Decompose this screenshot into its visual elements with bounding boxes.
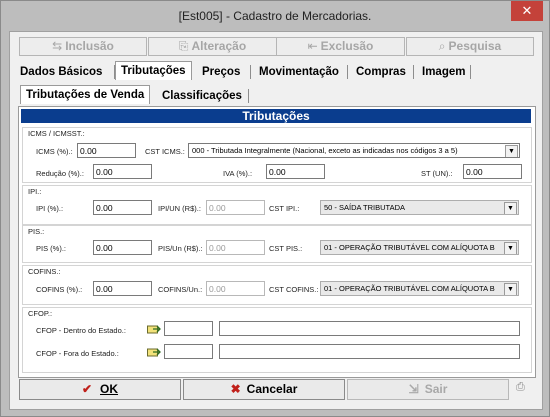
cfop-fora-code-input[interactable]	[164, 344, 213, 359]
form-client-area: ⇆ Inclusão ⎘ Alteração ⇤ Exclusão ⌕ Pesquisa…	[9, 31, 543, 410]
tab-imagem[interactable]: Imagem	[417, 63, 470, 81]
cofins-group: COFINS.: COFINS (%).: 0.00 COFINS/Un.: 0…	[22, 265, 532, 305]
tab-compras[interactable]: Compras	[351, 63, 411, 81]
tab-separator	[248, 89, 249, 103]
check-icon: ✔	[81, 382, 93, 396]
cst-pis-select[interactable]: 01 - OPERAÇÃO TRIBUTÁVEL COM ALÍQUOTA B ▼	[320, 240, 519, 255]
lookup-icon[interactable]	[147, 324, 161, 334]
lookup-icon[interactable]	[147, 347, 161, 357]
ipi-group: IPI.: IPI (%).: 0.00 IPI/UN (R$).: 0.00 …	[22, 185, 532, 225]
pis-un-label: PIS/Un (R$).:	[158, 244, 203, 253]
chevron-down-icon[interactable]: ▼	[505, 145, 518, 157]
cfop-dentro-code-input[interactable]	[164, 321, 213, 336]
group-label: IPI.:	[28, 187, 42, 196]
pis-input[interactable]: 0.00	[93, 240, 152, 255]
cfop-fora-description	[219, 344, 520, 359]
exit-icon: ⇲	[408, 382, 419, 396]
cancelar-button[interactable]: ✖ Cancelar	[183, 379, 345, 400]
tab-tributacoes[interactable]: Tributações	[115, 61, 192, 80]
exclusao-button[interactable]: ⇤ Exclusão	[276, 37, 405, 56]
insert-icon: ⇆	[52, 39, 63, 53]
cst-icms-label: CST ICMS.:	[145, 147, 185, 156]
ipi-input[interactable]: 0.00	[93, 200, 152, 215]
search-icon: ⌕	[438, 39, 446, 53]
pis-un-input[interactable]: 0.00	[206, 240, 265, 255]
section-banner: Tributações	[21, 109, 531, 123]
cofins-un-label: COFINS/Un.:	[158, 285, 203, 294]
pesquisa-button[interactable]: ⌕ Pesquisa	[406, 37, 534, 56]
group-label: ICMS / ICMSST.:	[28, 129, 85, 138]
reducao-label: Redução (%).:	[36, 169, 84, 178]
icms-group: ICMS / ICMSST.: ICMS (%).: 0.00 CST ICMS…	[22, 127, 532, 183]
tab-separator	[413, 65, 414, 79]
iva-label: IVA (%).:	[223, 169, 253, 178]
tab-separator	[347, 65, 348, 79]
tab-separator	[470, 65, 471, 79]
cst-icms-select[interactable]: 000 - Tributada Integralmente (Nacional,…	[188, 143, 520, 158]
close-button[interactable]: ✕	[511, 1, 543, 21]
alteracao-button[interactable]: ⎘ Alteração	[148, 37, 277, 56]
cfop-fora-label: CFOP - Fora do Estado.:	[36, 349, 119, 358]
cfop-group: CFOP.: CFOP - Dentro do Estado.: CFOP - …	[22, 307, 532, 373]
ipi-un-label: IPI/UN (R$).:	[158, 204, 201, 213]
tributacoes-panel: Tributações ICMS / ICMSST.: ICMS (%).: 0…	[18, 106, 536, 378]
cfop-dentro-description	[219, 321, 520, 336]
cst-pis-label: CST PIS.:	[269, 244, 303, 253]
sair-button[interactable]: ⇲ Sair	[347, 379, 509, 400]
inclusao-button[interactable]: ⇆ Inclusão	[19, 37, 147, 56]
cst-ipi-select[interactable]: 50 - SAÍDA TRIBUTADA ▼	[320, 200, 519, 215]
st-input[interactable]: 0.00	[463, 164, 522, 179]
ipi-un-input[interactable]: 0.00	[206, 200, 265, 215]
cst-cofins-label: CST COFINS.:	[269, 285, 319, 294]
cst-cofins-select[interactable]: 01 - OPERAÇÃO TRIBUTÁVEL COM ALÍQUOTA B ▼	[320, 281, 519, 296]
window-title: [Est005] - Cadastro de Mercadorias.	[178, 9, 372, 23]
delete-icon: ⇤	[307, 39, 318, 53]
group-label: CFOP.:	[28, 309, 53, 318]
chevron-down-icon[interactable]: ▼	[504, 242, 517, 254]
title-bar: [Est005] - Cadastro de Mercadorias. ✕	[1, 1, 549, 31]
cst-ipi-label: CST IPI.:	[269, 204, 300, 213]
ok-button[interactable]: ✔ OK	[19, 379, 181, 400]
ipi-label: IPI (%).:	[36, 204, 64, 213]
close-icon: ✕	[521, 3, 533, 18]
main-window: [Est005] - Cadastro de Mercadorias. ✕ ⇆ I…	[0, 0, 550, 417]
tab-classificacoes[interactable]: Classificações	[157, 87, 247, 105]
group-label: COFINS.:	[28, 267, 61, 276]
pis-group: PIS.: PIS (%).: 0.00 PIS/Un (R$).: 0.00 …	[22, 225, 532, 263]
icms-input[interactable]: 0.00	[77, 143, 136, 158]
reducao-input[interactable]: 0.00	[93, 164, 152, 179]
tab-dados-basicos[interactable]: Dados Básicos	[15, 63, 107, 81]
help-icon[interactable]: ⎙	[516, 381, 530, 395]
group-label: PIS.:	[28, 227, 45, 236]
edit-icon: ⎘	[178, 39, 189, 53]
cfop-dentro-label: CFOP - Dentro do Estado.:	[36, 326, 126, 335]
st-label: ST (UN).:	[421, 169, 453, 178]
tab-precos[interactable]: Preços	[197, 63, 245, 81]
pis-label: PIS (%).:	[36, 244, 67, 253]
chevron-down-icon[interactable]: ▼	[504, 202, 517, 214]
tab-movimentacao[interactable]: Movimentação	[254, 63, 344, 81]
tab-tributacoes-de-venda[interactable]: Tributações de Venda	[20, 85, 151, 104]
chevron-down-icon[interactable]: ▼	[504, 283, 517, 295]
cofins-input[interactable]: 0.00	[93, 281, 152, 296]
iva-input[interactable]: 0.00	[266, 164, 325, 179]
tab-separator	[250, 65, 251, 79]
icms-label: ICMS (%).:	[36, 147, 73, 156]
cancel-icon: ✖	[230, 382, 241, 396]
cofins-un-input[interactable]: 0.00	[206, 281, 265, 296]
cofins-label: COFINS (%).:	[36, 285, 83, 294]
